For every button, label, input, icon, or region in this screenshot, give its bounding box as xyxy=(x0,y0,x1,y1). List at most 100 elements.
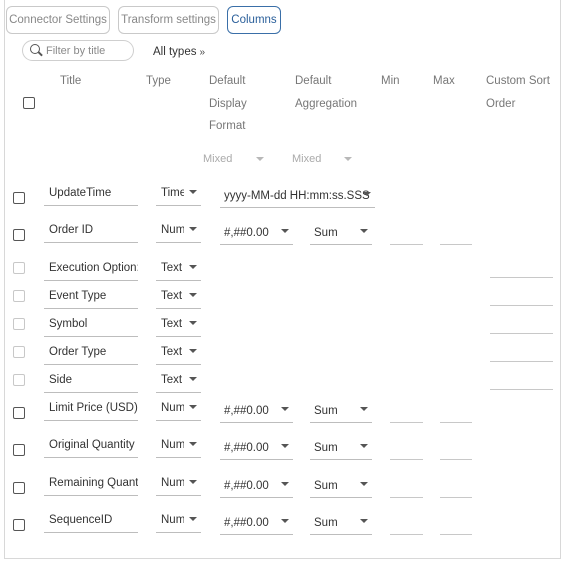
type-select[interactable]: Text xyxy=(156,287,201,309)
chevron-down-icon xyxy=(256,157,264,161)
min-input[interactable] xyxy=(390,459,423,460)
type-select[interactable]: Text xyxy=(156,371,201,393)
display-format-select[interactable]: #,##0.00 xyxy=(220,476,293,498)
max-input[interactable] xyxy=(440,497,472,498)
double-chevron-down-icon: » xyxy=(199,47,206,58)
title-value: SequenceID xyxy=(49,514,113,526)
row-checkbox[interactable] xyxy=(13,229,25,241)
title-field[interactable]: Remaining Quant xyxy=(44,474,138,496)
min-input[interactable] xyxy=(390,244,423,245)
select-all-checkbox[interactable] xyxy=(23,97,35,109)
tab-transform-settings[interactable]: Transform settings xyxy=(118,6,219,34)
display-format-select[interactable]: yyyy-MM-dd HH:mm:ss.SSS xyxy=(220,186,375,208)
type-select[interactable]: Num xyxy=(156,511,201,533)
max-input[interactable] xyxy=(440,459,472,460)
aggregation-select[interactable]: Sum xyxy=(310,513,372,535)
type-value: Text xyxy=(161,318,183,330)
display-format-value: #,##0.00 xyxy=(224,227,269,239)
type-value: Text xyxy=(161,290,183,302)
chevron-down-icon xyxy=(189,227,197,231)
title-field[interactable]: Original Quantity xyxy=(44,436,138,458)
display-format-select[interactable]: #,##0.00 xyxy=(220,223,293,245)
display-format-value: #,##0.00 xyxy=(224,480,269,492)
chevron-down-icon xyxy=(363,192,371,196)
row-checkbox xyxy=(13,262,25,274)
title-field[interactable]: Order Type xyxy=(44,343,138,365)
min-input[interactable] xyxy=(390,422,423,423)
title-field[interactable]: Execution Option: xyxy=(44,259,138,281)
title-value: Execution Option: xyxy=(49,262,138,274)
search-icon xyxy=(30,44,40,54)
custom-sort-order-input[interactable] xyxy=(490,361,553,362)
type-value: Text xyxy=(161,346,183,358)
title-field[interactable]: SequenceID xyxy=(44,511,138,533)
type-value: Num xyxy=(161,439,184,451)
display-format-select[interactable]: #,##0.00 xyxy=(220,513,293,535)
type-select[interactable]: Num xyxy=(156,436,201,458)
row-checkbox[interactable] xyxy=(13,407,25,419)
title-value: UpdateTime xyxy=(49,187,112,199)
display-format-value: yyyy-MM-dd HH:mm:ss.SSS xyxy=(224,190,370,202)
custom-sort-order-input[interactable] xyxy=(490,333,553,334)
tab-connector-settings[interactable]: Connector Settings xyxy=(6,6,110,34)
display-format-select[interactable]: #,##0.00 xyxy=(220,401,293,423)
max-input[interactable] xyxy=(440,534,472,535)
row-checkbox[interactable] xyxy=(13,444,25,456)
max-input[interactable] xyxy=(440,422,472,423)
type-value: Num xyxy=(161,224,184,236)
chevron-down-icon xyxy=(189,377,197,381)
chevron-down-icon xyxy=(189,480,197,484)
type-select[interactable]: Text xyxy=(156,343,201,365)
title-value: Remaining Quant xyxy=(49,477,138,489)
aggregation-select[interactable]: Sum xyxy=(310,438,372,460)
max-input[interactable] xyxy=(440,244,472,245)
type-select[interactable]: Num xyxy=(156,221,201,243)
header-min: Min xyxy=(381,75,400,87)
type-value: Time xyxy=(161,187,184,199)
row-checkbox[interactable] xyxy=(13,519,25,531)
type-value: Text xyxy=(161,262,183,274)
title-field[interactable]: UpdateTime xyxy=(44,184,138,206)
display-format-value: #,##0.00 xyxy=(224,517,269,529)
row-checkbox[interactable] xyxy=(13,192,25,204)
all-types-dropdown[interactable]: All types» xyxy=(153,46,205,58)
aggregation-select[interactable]: Sum xyxy=(310,401,372,423)
title-value: Side xyxy=(49,374,73,386)
type-select[interactable]: Time xyxy=(156,184,201,206)
title-field[interactable]: Event Type xyxy=(44,287,138,309)
filter-input[interactable] xyxy=(46,43,131,59)
all-types-label: All types xyxy=(153,46,197,58)
type-select[interactable]: Text xyxy=(156,315,201,337)
row-checkbox xyxy=(13,374,25,386)
row-checkbox xyxy=(13,346,25,358)
custom-sort-order-input[interactable] xyxy=(490,277,553,278)
aggregation-select[interactable]: Sum xyxy=(310,476,372,498)
title-field[interactable]: Symbol xyxy=(44,315,138,337)
custom-sort-order-input[interactable] xyxy=(490,389,553,390)
chevron-down-icon xyxy=(281,407,289,411)
min-input[interactable] xyxy=(390,534,423,535)
display-format-value: #,##0.00 xyxy=(224,442,269,454)
title-field[interactable]: Side xyxy=(44,371,138,393)
title-field[interactable]: Limit Price (USD) xyxy=(44,399,138,421)
header-type: Type xyxy=(146,75,171,87)
title-value: Event Type xyxy=(49,290,107,302)
title-field[interactable]: Order ID xyxy=(44,221,138,243)
custom-sort-order-input[interactable] xyxy=(490,305,553,306)
row-checkbox[interactable] xyxy=(13,482,25,494)
aggregation-value: Sum xyxy=(314,227,338,239)
chevron-down-icon xyxy=(281,482,289,486)
chevron-down-icon xyxy=(360,444,368,448)
chevron-down-icon xyxy=(189,349,197,353)
type-select[interactable]: Num xyxy=(156,474,201,496)
type-select[interactable]: Num xyxy=(156,399,201,421)
type-select[interactable]: Text xyxy=(156,259,201,281)
title-value: Order ID xyxy=(49,224,94,236)
tab-columns[interactable]: Columns xyxy=(227,6,281,34)
filter-search-box[interactable] xyxy=(22,40,134,61)
aggregation-select[interactable]: Sum xyxy=(310,223,372,245)
chevron-down-icon xyxy=(189,517,197,521)
chevron-down-icon xyxy=(189,265,197,269)
min-input[interactable] xyxy=(390,497,423,498)
display-format-select[interactable]: #,##0.00 xyxy=(220,438,293,460)
